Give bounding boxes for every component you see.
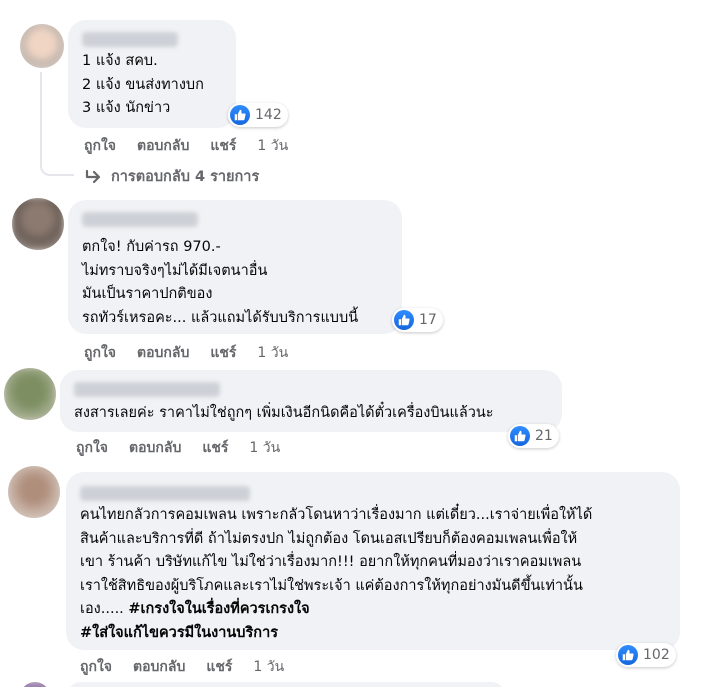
reply-arrow-icon [85, 169, 101, 183]
timestamp[interactable]: 1 วัน [249, 437, 280, 459]
reaction-count[interactable]: 102 [616, 643, 676, 667]
author-name-redacted[interactable] [74, 382, 220, 397]
reaction-count[interactable]: 21 [508, 424, 559, 448]
comment-bubble: 1 แจ้ง สคบ. 2 แจ้ง ขนส่งทางบก 3 แจ้ง นัก… [68, 20, 236, 128]
comment-bubble: คนไทยกลัวการคอมเพลน เพราะกลัวโดนหาว่าเรื… [66, 472, 680, 650]
author-name-redacted[interactable] [82, 32, 178, 47]
author-name-redacted[interactable] [82, 212, 198, 227]
avatar[interactable] [20, 24, 64, 68]
timestamp[interactable]: 1 วัน [257, 135, 288, 157]
avatar[interactable] [12, 198, 64, 250]
thumbs-up-icon [510, 426, 530, 446]
reply-button[interactable]: ตอบกลับ [129, 437, 181, 459]
hashtag[interactable]: #เกรงใจในเรื่องที่ควรเกรงใจ [128, 601, 309, 617]
avatar[interactable] [20, 682, 50, 687]
share-button[interactable]: แชร์ [202, 437, 228, 459]
comment-actions: ถูกใจ ตอบกลับ แชร์ 1 วัน [84, 135, 288, 157]
view-replies-link[interactable]: การตอบกลับ 4 รายการ [84, 165, 259, 188]
reply-button[interactable]: ตอบกลับ [137, 342, 189, 364]
share-button[interactable]: แชร์ [206, 656, 232, 678]
reaction-count[interactable]: 142 [228, 103, 288, 127]
comment-bubble [66, 682, 506, 687]
comment-text: 1 แจ้ง สคบ. 2 แจ้ง ขนส่งทางบก 3 แจ้ง นัก… [82, 53, 204, 116]
share-button[interactable]: แชร์ [210, 135, 236, 157]
timestamp[interactable]: 1 วัน [257, 342, 288, 364]
comment-actions: ถูกใจ ตอบกลับ แชร์ 1 วัน [84, 342, 288, 364]
thumbs-up-icon [230, 105, 250, 125]
reply-button[interactable]: ตอบกลับ [137, 135, 189, 157]
comment-actions: ถูกใจ ตอบกลับ แชร์ 1 วัน [76, 437, 280, 459]
comment-actions: ถูกใจ ตอบกลับ แชร์ 1 วัน [80, 656, 284, 678]
reaction-count[interactable]: 17 [392, 308, 443, 332]
avatar[interactable] [8, 466, 60, 518]
author-name-redacted[interactable] [80, 486, 250, 501]
like-button[interactable]: ถูกใจ [84, 342, 116, 364]
comment-bubble: ตกใจ! กับค่ารถ 970.- ไม่ทราบจริงๆไม่ได้ม… [68, 200, 402, 334]
timestamp[interactable]: 1 วัน [253, 656, 284, 678]
comment-text: สงสารเลยค่ะ ราคาไม่ใช่ถูกๆ เพิ่มเงินอีกน… [74, 405, 494, 421]
like-button[interactable]: ถูกใจ [76, 437, 108, 459]
share-button[interactable]: แชร์ [210, 342, 236, 364]
hashtag[interactable]: #ใส่ใจแก้ไขควรมีในงานบริการ [80, 622, 592, 646]
reply-button[interactable]: ตอบกลับ [133, 656, 185, 678]
like-button[interactable]: ถูกใจ [84, 135, 116, 157]
like-button[interactable]: ถูกใจ [80, 656, 112, 678]
comment-text: คนไทยกลัวการคอมเพลน เพราะกลัวโดนหาว่าเรื… [80, 504, 592, 645]
comment-bubble: สงสารเลยค่ะ ราคาไม่ใช่ถูกๆ เพิ่มเงินอีกน… [60, 370, 562, 432]
comment-text: ตกใจ! กับค่ารถ 970.- ไม่ทราบจริงๆไม่ได้ม… [82, 239, 359, 326]
thumbs-up-icon [394, 310, 414, 330]
avatar[interactable] [4, 368, 56, 420]
thumbs-up-icon [618, 645, 638, 665]
thread-line [40, 72, 74, 176]
